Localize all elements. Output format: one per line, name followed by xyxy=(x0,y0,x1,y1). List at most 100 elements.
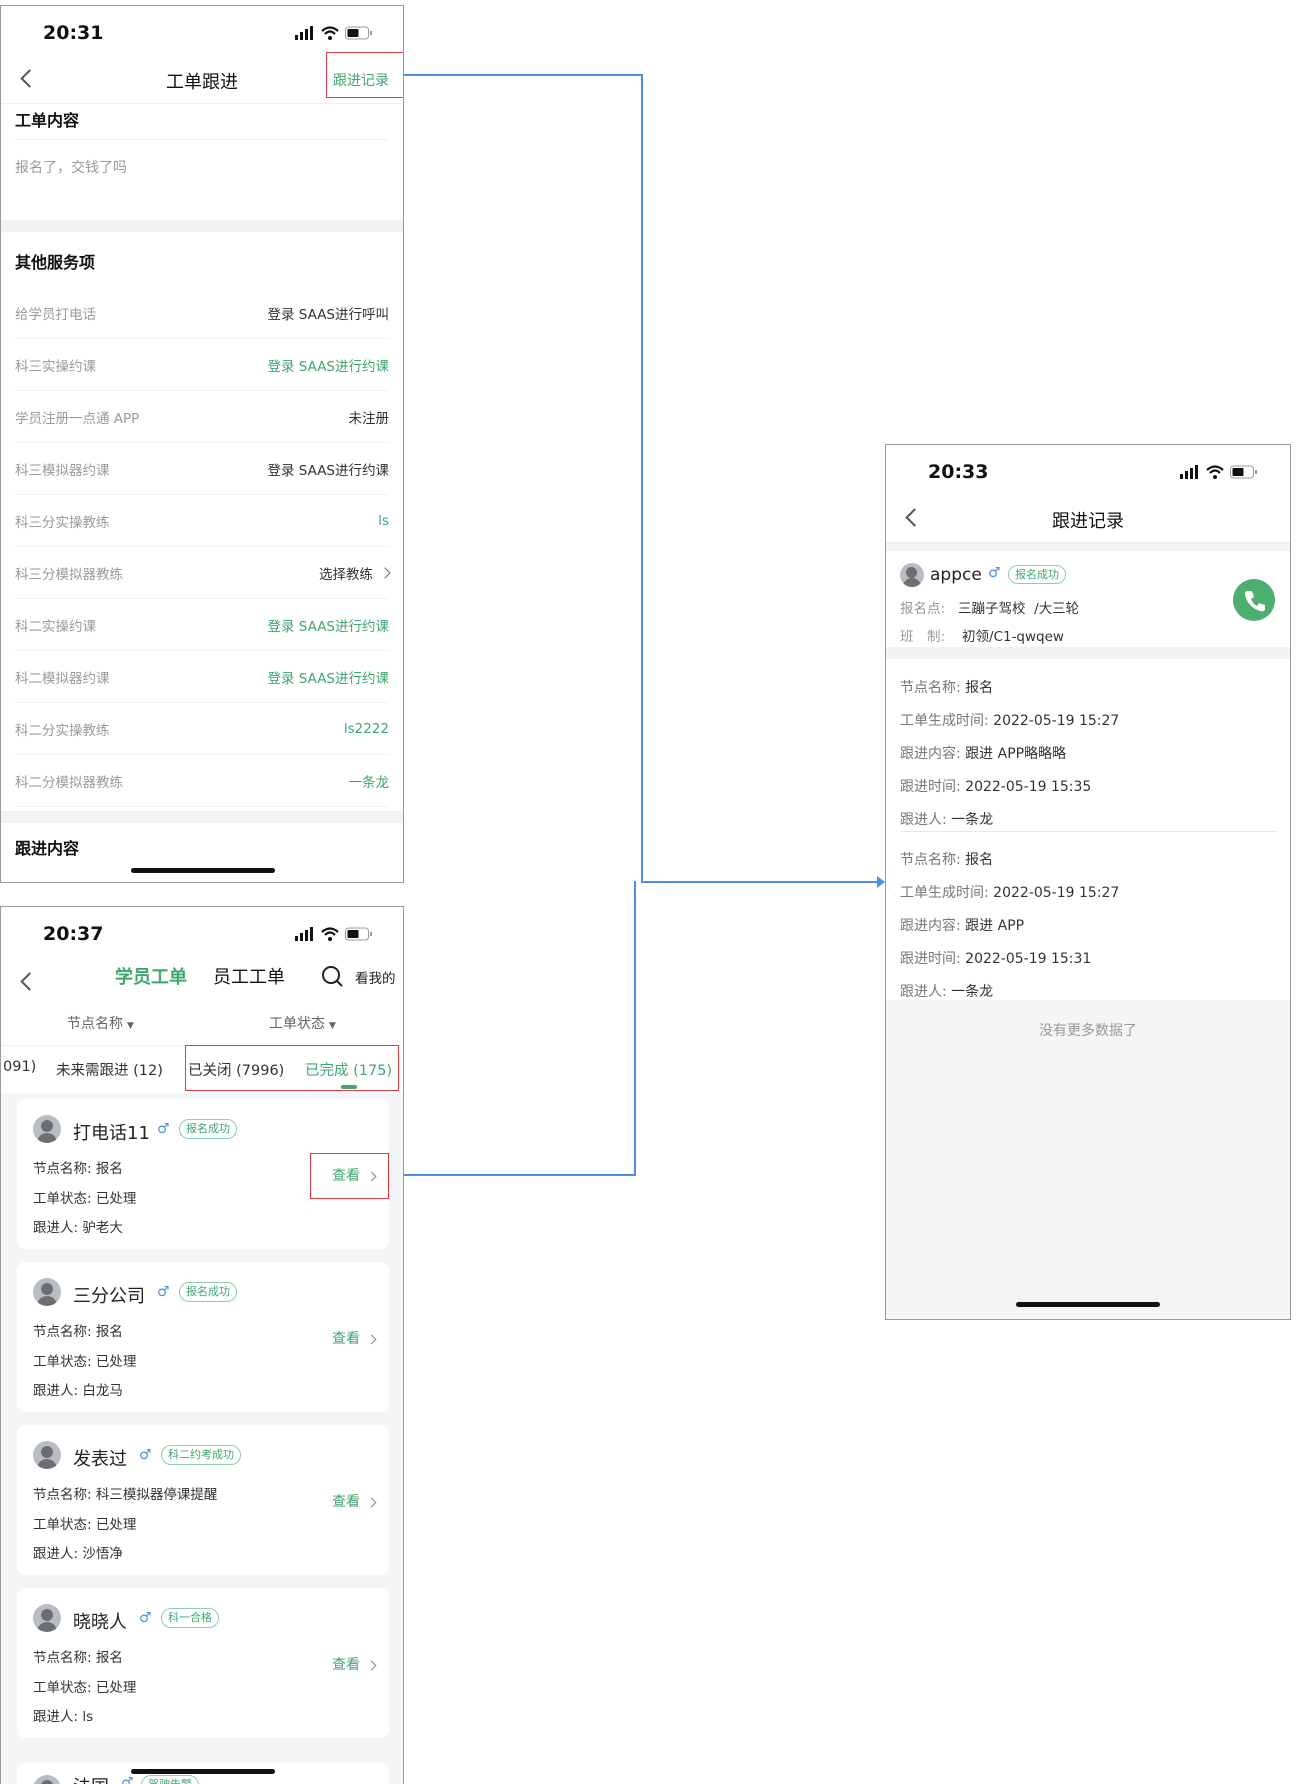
filter-status[interactable]: 工单状态 ▼ xyxy=(269,1013,336,1033)
card-name: 法国 xyxy=(73,1773,109,1784)
home-indicator xyxy=(1016,1302,1160,1307)
follower-value: 白龙马 xyxy=(82,1383,123,1399)
connector-line xyxy=(641,74,643,882)
service-label: 科二分实操教练 xyxy=(15,722,110,739)
record-value: 2022-05-19 15:27 xyxy=(993,713,1120,729)
service-value[interactable]: 一条龙 xyxy=(349,771,390,791)
phone-work-order-list: 20:37 学员工单 员工工单 看我的 节点名称 ▼ 工单状态 ▼ 091) 未来需… xyxy=(0,906,404,1784)
follower-row: 跟进人: 沙悟净 xyxy=(33,1542,123,1562)
service-value[interactable]: ls xyxy=(378,513,389,529)
highlight-box xyxy=(310,1153,389,1199)
record-value: 2022-05-19 15:35 xyxy=(965,779,1092,795)
section-gap xyxy=(1,811,403,823)
follower-row: 跟进人: 驴老大 xyxy=(33,1216,123,1236)
service-value[interactable]: 登录 SAAS进行约课 xyxy=(267,667,389,687)
record-field: 节点名称: 报名 xyxy=(900,849,993,869)
student-name: appce xyxy=(930,565,982,585)
status-icons xyxy=(1180,465,1258,479)
service-value[interactable]: 登录 SAAS进行约课 xyxy=(267,459,389,479)
follower-label: 跟进人: xyxy=(33,1220,79,1236)
class-label: 班 制: xyxy=(900,629,946,645)
filter-node[interactable]: 节点名称 ▼ xyxy=(67,1013,134,1033)
male-icon: ♂ xyxy=(121,1775,134,1784)
wifi-icon xyxy=(321,927,339,941)
dropdown-icon: ▼ xyxy=(127,1021,134,1031)
node-label: 节点名称: xyxy=(33,1324,92,1340)
dropdown-icon: ▼ xyxy=(329,1021,336,1031)
service-value[interactable]: 登录 SAAS进行约课 xyxy=(267,355,389,375)
status-row: 工单状态: 已处理 xyxy=(33,1513,136,1533)
service-value[interactable]: 登录 SAAS进行呼叫 xyxy=(267,303,389,323)
node-row: 节点名称: 报名 xyxy=(33,1646,123,1666)
service-value[interactable]: 登录 SAAS进行约课 xyxy=(267,615,389,635)
record-label: 工单生成时间: xyxy=(900,713,989,729)
service-label: 科二实操约课 xyxy=(15,618,96,635)
filter-node-label: 节点名称 xyxy=(67,1016,123,1032)
service-label: 科三分模拟器教练 xyxy=(15,566,123,583)
node-label: 节点名称: xyxy=(33,1650,92,1666)
node-row: 节点名称: 报名 xyxy=(33,1157,123,1177)
view-button[interactable]: 查看 xyxy=(332,1491,377,1511)
card-name: 发表过 xyxy=(73,1449,127,1470)
service-value[interactable]: ls2222 xyxy=(344,721,389,737)
follower-label: 跟进人: xyxy=(33,1383,79,1399)
chevron-right-icon xyxy=(366,1660,377,1671)
see-mine-button[interactable]: 看我的 xyxy=(355,967,396,987)
signal-icon xyxy=(1180,465,1198,479)
view-button[interactable]: 查看 xyxy=(332,1654,377,1674)
service-row[interactable]: 科三模拟器约课 登录 SAAS进行约课 xyxy=(15,443,389,495)
status-time: 20:31 xyxy=(43,22,104,44)
list-card[interactable]: 三分公司 ♂ 报名成功 节点名称: 报名 工单状态: 已处理 跟进人: 白龙马 查看 xyxy=(17,1262,389,1412)
status-icons xyxy=(295,26,373,40)
tab-staff-orders[interactable]: 员工工单 xyxy=(213,963,285,989)
service-row[interactable]: 科三分实操教练 ls xyxy=(15,495,389,547)
call-button[interactable] xyxy=(1233,579,1275,621)
avatar-icon xyxy=(33,1115,61,1143)
service-label: 科三模拟器约课 xyxy=(15,462,110,479)
record-label: 工单生成时间: xyxy=(900,885,989,901)
record-field: 跟进人: 一条龙 xyxy=(900,981,993,1001)
status-tag: 报名成功 xyxy=(1008,565,1066,584)
service-label: 给学员打电话 xyxy=(15,306,96,323)
site-label: 报名点: xyxy=(900,601,946,617)
status-tab[interactable]: 091) xyxy=(3,1059,36,1075)
battery-icon xyxy=(345,927,372,941)
page-title: 跟进记录 xyxy=(1052,511,1124,532)
service-row[interactable]: 科二分实操教练 ls2222 xyxy=(15,703,389,755)
service-row[interactable]: 给学员打电话 登录 SAAS进行呼叫 xyxy=(15,287,389,339)
service-row[interactable]: 科二实操约课 登录 SAAS进行约课 xyxy=(15,599,389,651)
service-label: 学员注册一点通 APP xyxy=(15,410,140,427)
list-card[interactable]: 晓晓人 ♂ 科一合格 节点名称: 报名 工单状态: 已处理 跟进人: ls 查看 xyxy=(17,1588,389,1738)
search-icon[interactable] xyxy=(321,965,343,987)
status-row: 工单状态: 已处理 xyxy=(33,1676,136,1696)
node-label: 节点名称: xyxy=(33,1487,92,1503)
follower-row: 跟进人: 白龙马 xyxy=(33,1379,123,1399)
service-row[interactable]: 学员注册一点通 APP 未注册 xyxy=(15,391,389,443)
follower-value: ls xyxy=(82,1709,94,1725)
list-card[interactable]: 发表过 ♂ 科二约考成功 节点名称: 科三模拟器停课提醒 工单状态: 已处理 跟进人: 沙… xyxy=(17,1425,389,1575)
service-value[interactable]: 未注册 xyxy=(349,407,390,427)
status-value: 已处理 xyxy=(95,1517,137,1533)
status-label: 工单状态: xyxy=(33,1517,92,1533)
service-value[interactable]: 选择教练 xyxy=(319,563,373,583)
content-text: 报名了，交钱了吗 xyxy=(15,160,127,176)
service-row[interactable]: 科二分模拟器教练 一条龙 xyxy=(15,755,389,807)
service-value-wrap[interactable]: 选择教练 xyxy=(319,563,391,583)
site-value: 三蹦子驾校 /大三轮 xyxy=(958,601,1080,617)
avatar-icon xyxy=(33,1278,61,1306)
status-tab[interactable]: 未来需跟进 (12) xyxy=(56,1059,163,1080)
status-tag: 科二约考成功 xyxy=(161,1445,241,1465)
record-value: 报名 xyxy=(965,852,994,868)
record-value: 跟进 APP xyxy=(965,918,1025,934)
avatar-icon xyxy=(33,1604,61,1632)
view-label: 查看 xyxy=(332,1494,360,1510)
service-row[interactable]: 科三实操约课 登录 SAAS进行约课 xyxy=(15,339,389,391)
record-field: 跟进内容: 跟进 APP xyxy=(900,915,1024,935)
service-row[interactable]: 科二模拟器约课 登录 SAAS进行约课 xyxy=(15,651,389,703)
service-row[interactable]: 科三分模拟器教练 选择教练 xyxy=(15,547,391,599)
view-button[interactable]: 查看 xyxy=(332,1328,377,1348)
tab-student-orders[interactable]: 学员工单 xyxy=(115,963,187,989)
node-value: 报名 xyxy=(95,1161,123,1177)
record-field: 跟进内容: 跟进 APP略略略 xyxy=(900,743,1066,763)
male-icon: ♂ xyxy=(157,1121,170,1137)
